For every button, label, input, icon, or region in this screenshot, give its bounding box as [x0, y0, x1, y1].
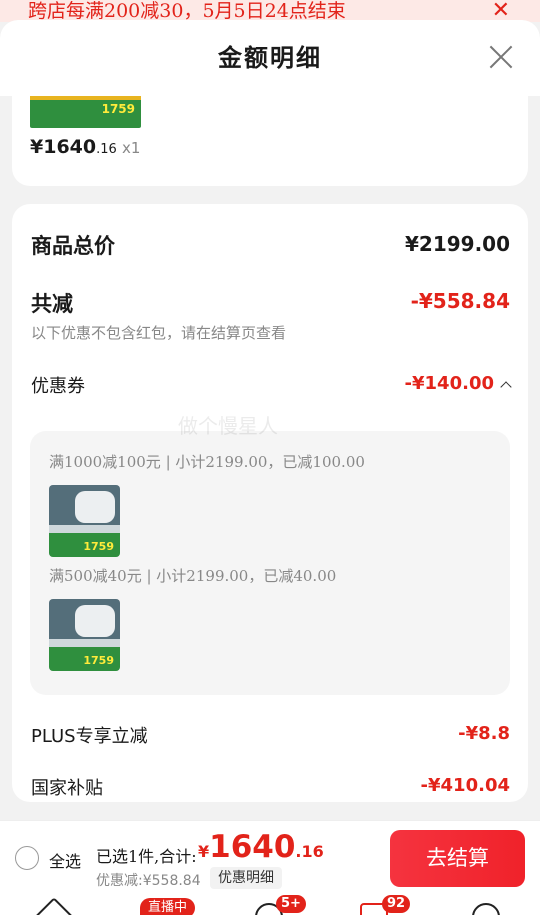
select-all-label[interactable]: 全选 [49, 848, 81, 872]
live-badge[interactable]: 直播中 [140, 898, 196, 915]
thumb-price-tag: 1759 [101, 102, 135, 116]
message-badge: 5+ [276, 895, 306, 913]
product-price: ¥1640.16 [30, 136, 117, 158]
coupon-list: 满1000减100元 | 小计2199.00，已减100.00 1759 满50… [30, 431, 510, 695]
plus-discount-label: PLUS专享立减 [31, 726, 148, 747]
discount-summary: 优惠减:¥558.84 [96, 873, 201, 889]
product-quantity: x1 [122, 139, 141, 157]
total-amount: ¥1640.16 [198, 829, 324, 865]
bottom-nav: 直播中 5+ 92 [0, 895, 540, 915]
sheet-title: 金额明细 [218, 43, 322, 72]
reduction-value: -¥558.84 [410, 289, 510, 313]
chevron-up-icon [500, 381, 512, 393]
promo-text: 跨店每满200减30，5月5日24点结束 [28, 0, 346, 22]
coupon-item-2-thumbnail[interactable]: 1759 [49, 599, 120, 671]
subsidy-value: -¥410.04 [420, 775, 510, 796]
coupon-toggle[interactable]: -¥140.00 [404, 373, 512, 394]
profile-icon[interactable] [472, 903, 500, 915]
home-icon[interactable] [34, 897, 74, 915]
discount-detail-button[interactable]: 优惠明细 [210, 867, 282, 889]
watermark: 做个慢星人 [178, 414, 278, 438]
selected-summary: 已选1件,合计: [96, 847, 197, 866]
coupon-item-2-text: 满500减40元 | 小计2199.00，已减40.00 [49, 567, 337, 585]
coupon-item-1-thumbnail[interactable]: 1759 [49, 485, 120, 557]
checkout-bar: 全选 已选1件,合计: ¥1640.16 优惠减:¥558.84 优惠明细 去结… [0, 820, 540, 895]
sheet-header: 金额明细 [0, 20, 540, 96]
subsidy-label: 国家补贴 [31, 778, 103, 799]
total-label: 商品总价 [31, 233, 115, 258]
reduction-note: 以下优惠不包含红包，请在结算页查看 [31, 324, 287, 342]
plus-discount-value: -¥8.8 [458, 723, 510, 744]
reduction-label: 共减 [31, 291, 73, 316]
coupon-value: -¥140.00 [404, 373, 494, 394]
total-value: ¥2199.00 [404, 232, 510, 256]
price-detail-card: 商品总价 ¥2199.00 共减 -¥558.84 以下优惠不包含红包，请在结算… [12, 204, 528, 802]
promo-banner: 跨店每满200减30，5月5日24点结束 ✕ [0, 0, 540, 22]
close-icon[interactable] [488, 44, 514, 70]
coupon-label: 优惠券 [31, 376, 85, 397]
cart-badge: 92 [382, 895, 411, 913]
coupon-item-1-text: 满1000减100元 | 小计2199.00，已减100.00 [49, 453, 365, 471]
promo-close-icon[interactable]: ✕ [492, 0, 510, 22]
select-all-checkbox[interactable] [15, 846, 39, 870]
checkout-button[interactable]: 去结算 [390, 830, 525, 887]
